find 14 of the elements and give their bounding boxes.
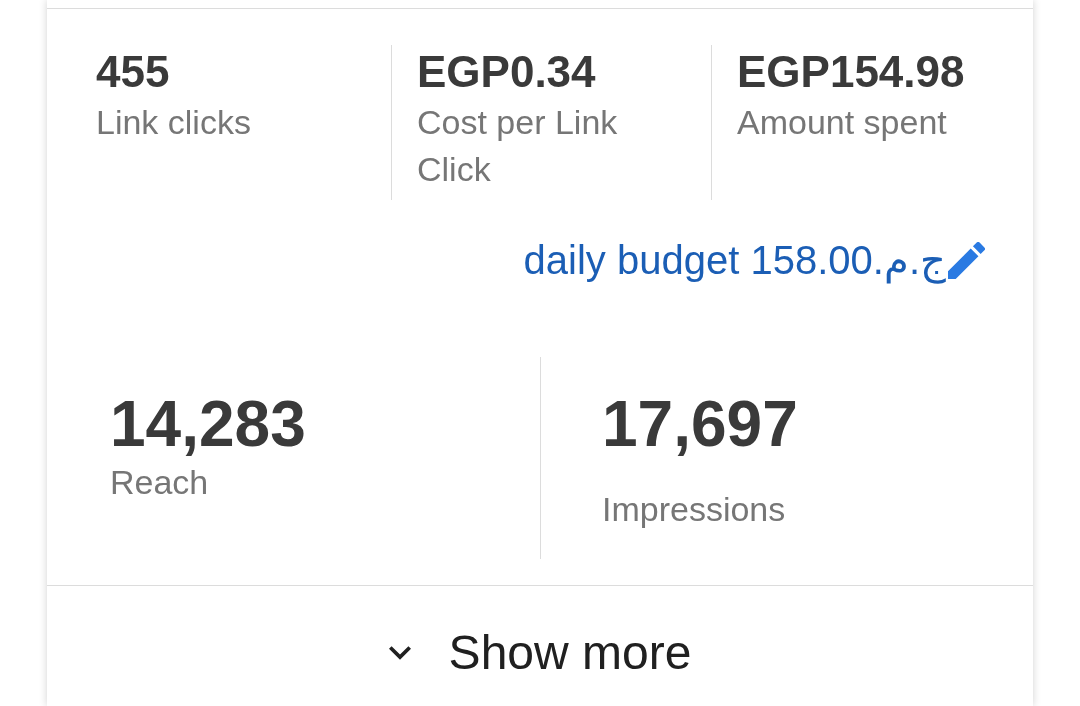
pencil-icon [948, 241, 985, 279]
metric-label: Amount spent [737, 102, 948, 143]
metric-value: 17,697 [602, 388, 799, 460]
metric-value: 14,283 [110, 388, 307, 460]
metric-label: Impressions [602, 489, 787, 529]
daily-budget-link[interactable]: daily budget ج.م.158.00 [523, 236, 985, 284]
metric-value: EGP0.34 [417, 46, 597, 98]
metric-label: Reach [110, 462, 210, 502]
metric-value: EGP154.98 [737, 46, 966, 98]
metric-label: Link clicks [96, 102, 252, 143]
metric-label: Cost per Link Click [417, 102, 619, 190]
chevron-down-icon [388, 646, 411, 660]
show-more-button[interactable]: Show more [388, 625, 692, 681]
metric-value: 455 [96, 46, 171, 98]
